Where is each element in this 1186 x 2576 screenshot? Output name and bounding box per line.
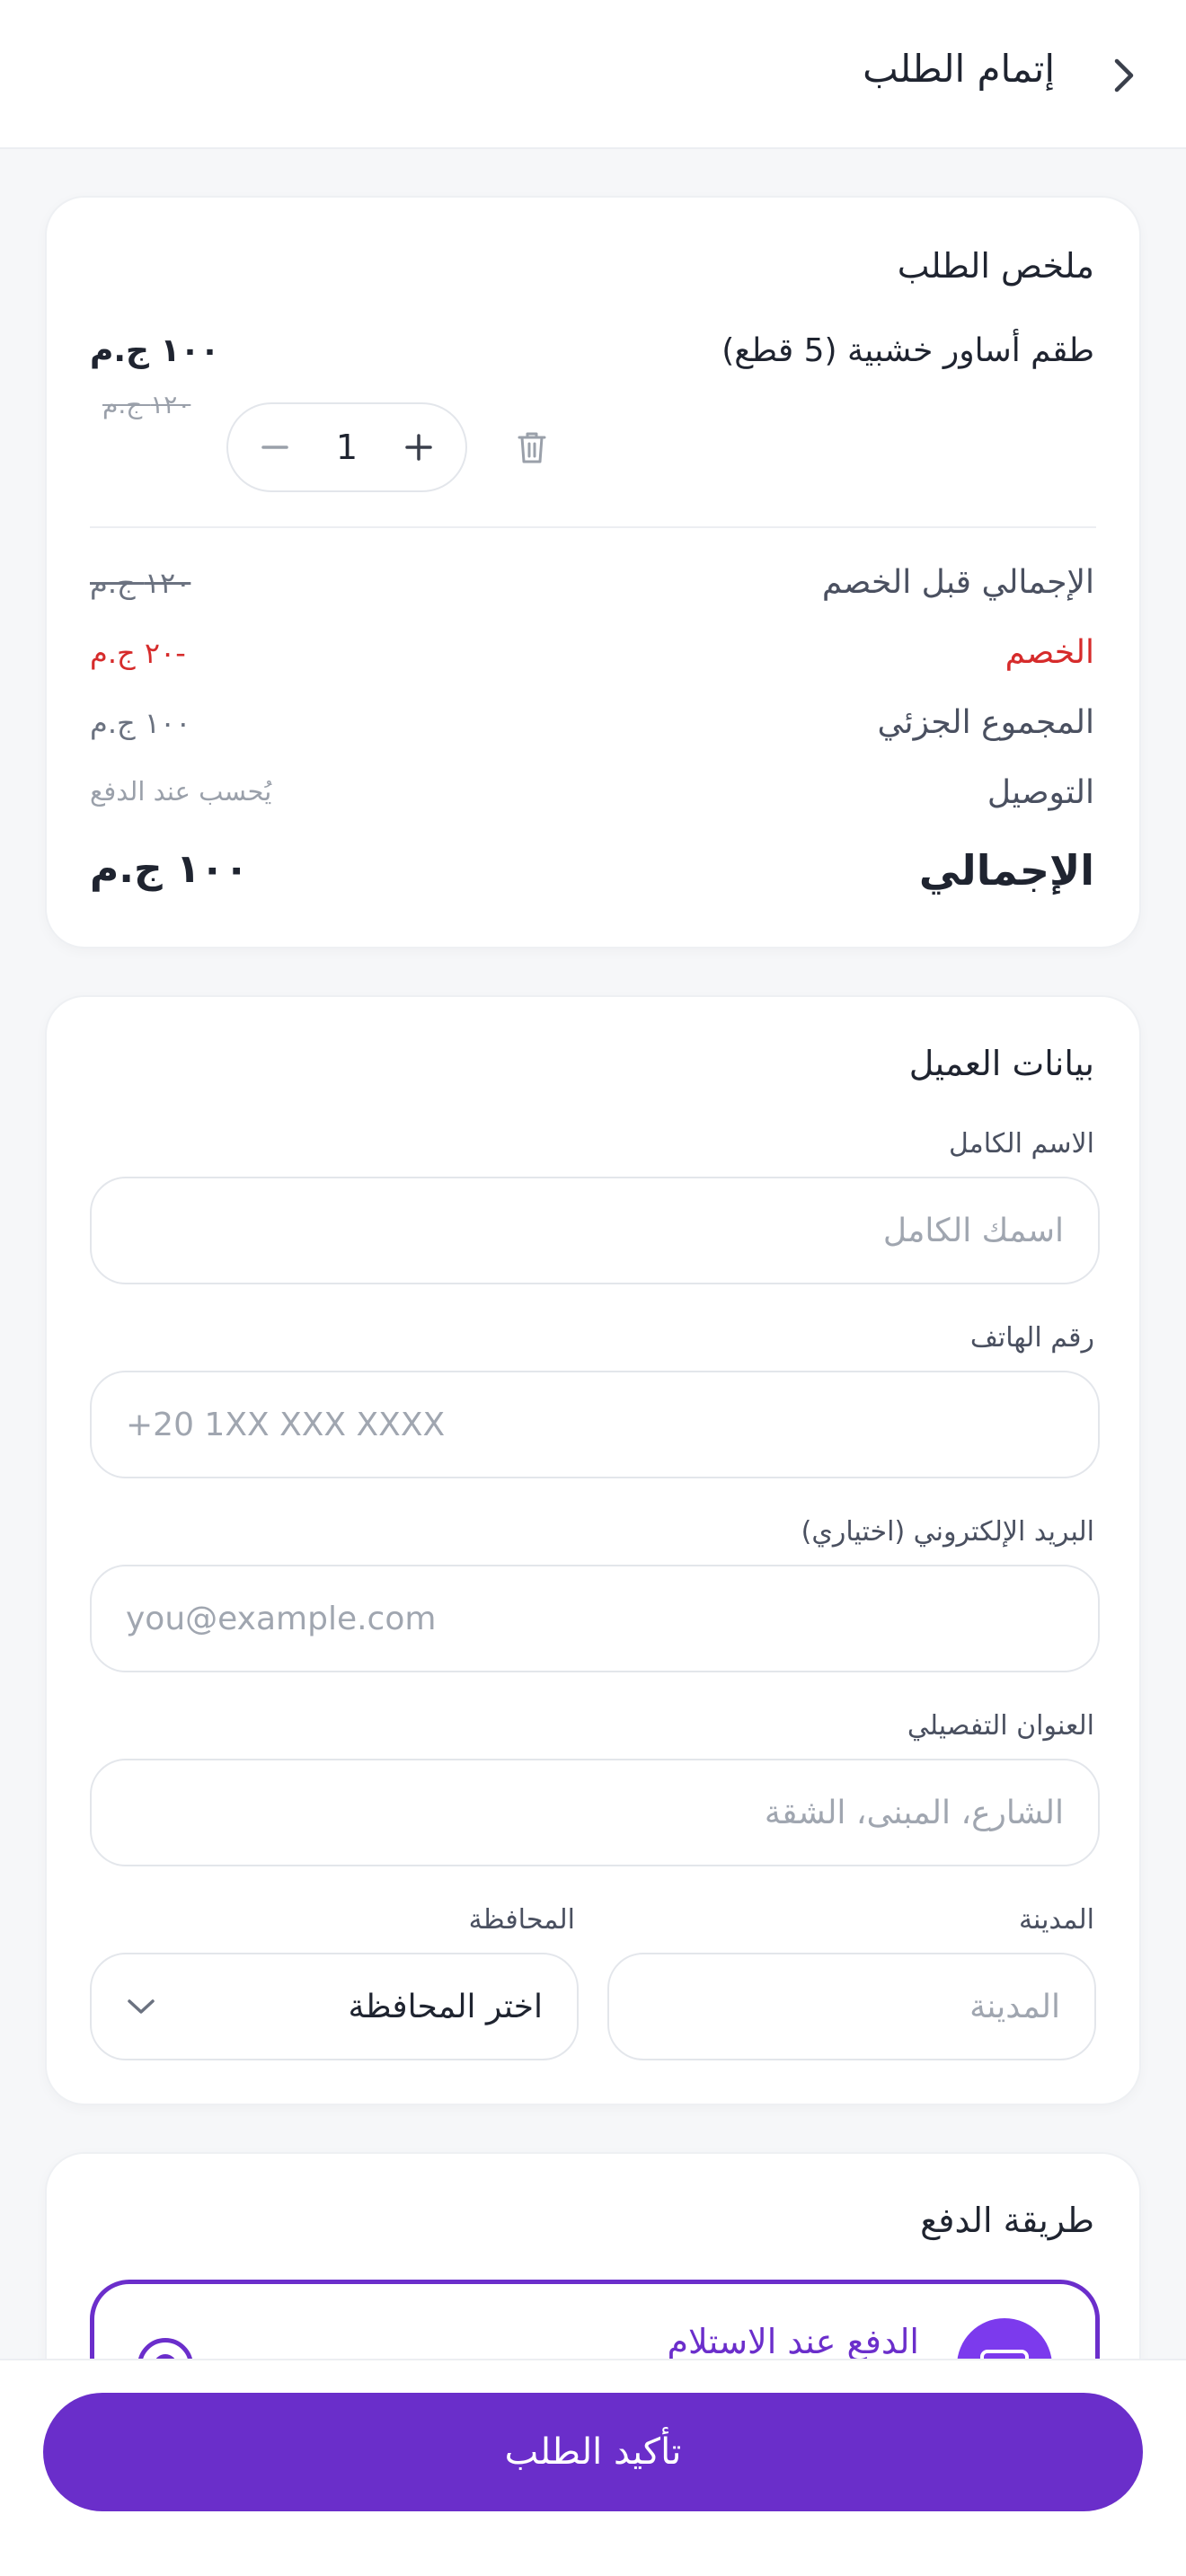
increase-quantity-button[interactable]: [399, 428, 438, 467]
email-input[interactable]: [126, 1600, 1064, 1637]
total-label: الإجمالي: [918, 846, 1094, 895]
full-name-field: [90, 1177, 1100, 1284]
trash-icon: [518, 432, 546, 463]
phone-input[interactable]: [126, 1406, 1064, 1443]
email-label: البريد الإلكتروني (اختياري): [801, 1516, 1094, 1548]
plus-icon: [405, 434, 432, 461]
order-summary-card: ملخص الطلب طقم أساور خشبية (5 قطع) ١٠٠ ج…: [45, 196, 1141, 948]
delivery-label: التوصيل: [987, 774, 1094, 811]
checkout-page: إتمام الطلب ملخص الطلب طقم أساور خشبية (…: [0, 0, 1186, 2576]
city-field: [607, 1953, 1096, 2060]
order-summary-title: ملخص الطلب: [897, 246, 1094, 286]
item-name: طقم أساور خشبية (5 قطع): [721, 332, 1094, 369]
governorate-selected: اختر المحافظة: [348, 1988, 543, 2025]
full-name-input[interactable]: [126, 1212, 1064, 1249]
subtotal-label: المجموع الجزئي: [877, 704, 1094, 741]
city-label: المدينة: [1018, 1904, 1094, 1936]
address-input[interactable]: [126, 1794, 1064, 1831]
before-discount-label: الإجمالي قبل الخصم: [821, 564, 1094, 601]
decrease-quantity-button[interactable]: [255, 428, 295, 467]
city-input[interactable]: [643, 1988, 1060, 2025]
minus-icon: [261, 446, 288, 449]
governorate-label: المحافظة: [468, 1904, 575, 1936]
page-title: إتمام الطلب: [863, 47, 1055, 91]
confirm-order-button[interactable]: تأكيد الطلب: [43, 2393, 1143, 2511]
phone-field: [90, 1371, 1100, 1478]
payment-option-label: الدفع عند الاستلام: [667, 2322, 919, 2361]
customer-details-card: بيانات العميل الاسم الكامل رقم الهاتف ال…: [45, 995, 1141, 2105]
full-name-label: الاسم الكامل: [948, 1128, 1094, 1160]
customer-details-title: بيانات العميل: [908, 1044, 1094, 1083]
header: إتمام الطلب: [0, 0, 1186, 149]
discount-label: الخصم: [1005, 634, 1094, 671]
chevron-right-icon: [1114, 58, 1134, 93]
item-old-price: ١٢٠ ج.م: [102, 390, 191, 419]
address-label: العنوان التفصيلي: [907, 1710, 1094, 1742]
quantity-value: 1: [335, 428, 358, 467]
payment-method-title: طريقة الدفع: [920, 2201, 1094, 2240]
quantity-stepper: 1: [226, 402, 467, 492]
address-field: [90, 1759, 1100, 1866]
summary-divider: [90, 526, 1096, 528]
remove-item-button[interactable]: [512, 428, 552, 467]
back-button[interactable]: [1100, 52, 1146, 99]
email-field: [90, 1565, 1100, 1672]
chevron-down-icon: [128, 1999, 155, 2014]
subtotal-value: ١٠٠ ج.م: [90, 706, 191, 740]
phone-label: رقم الهاتف: [969, 1322, 1094, 1354]
total-value: ١٠٠ ج.م: [90, 846, 249, 892]
before-discount-value: ١٢٠ ج.م: [90, 566, 191, 600]
governorate-select[interactable]: اختر المحافظة: [90, 1953, 579, 2060]
item-price: ١٠٠ ج.م: [90, 332, 220, 369]
delivery-value: يُحسب عند الدفع: [90, 776, 272, 807]
discount-value: -٢٠ ج.م: [90, 636, 186, 670]
bottom-action-bar: تأكيد الطلب: [0, 2359, 1186, 2576]
